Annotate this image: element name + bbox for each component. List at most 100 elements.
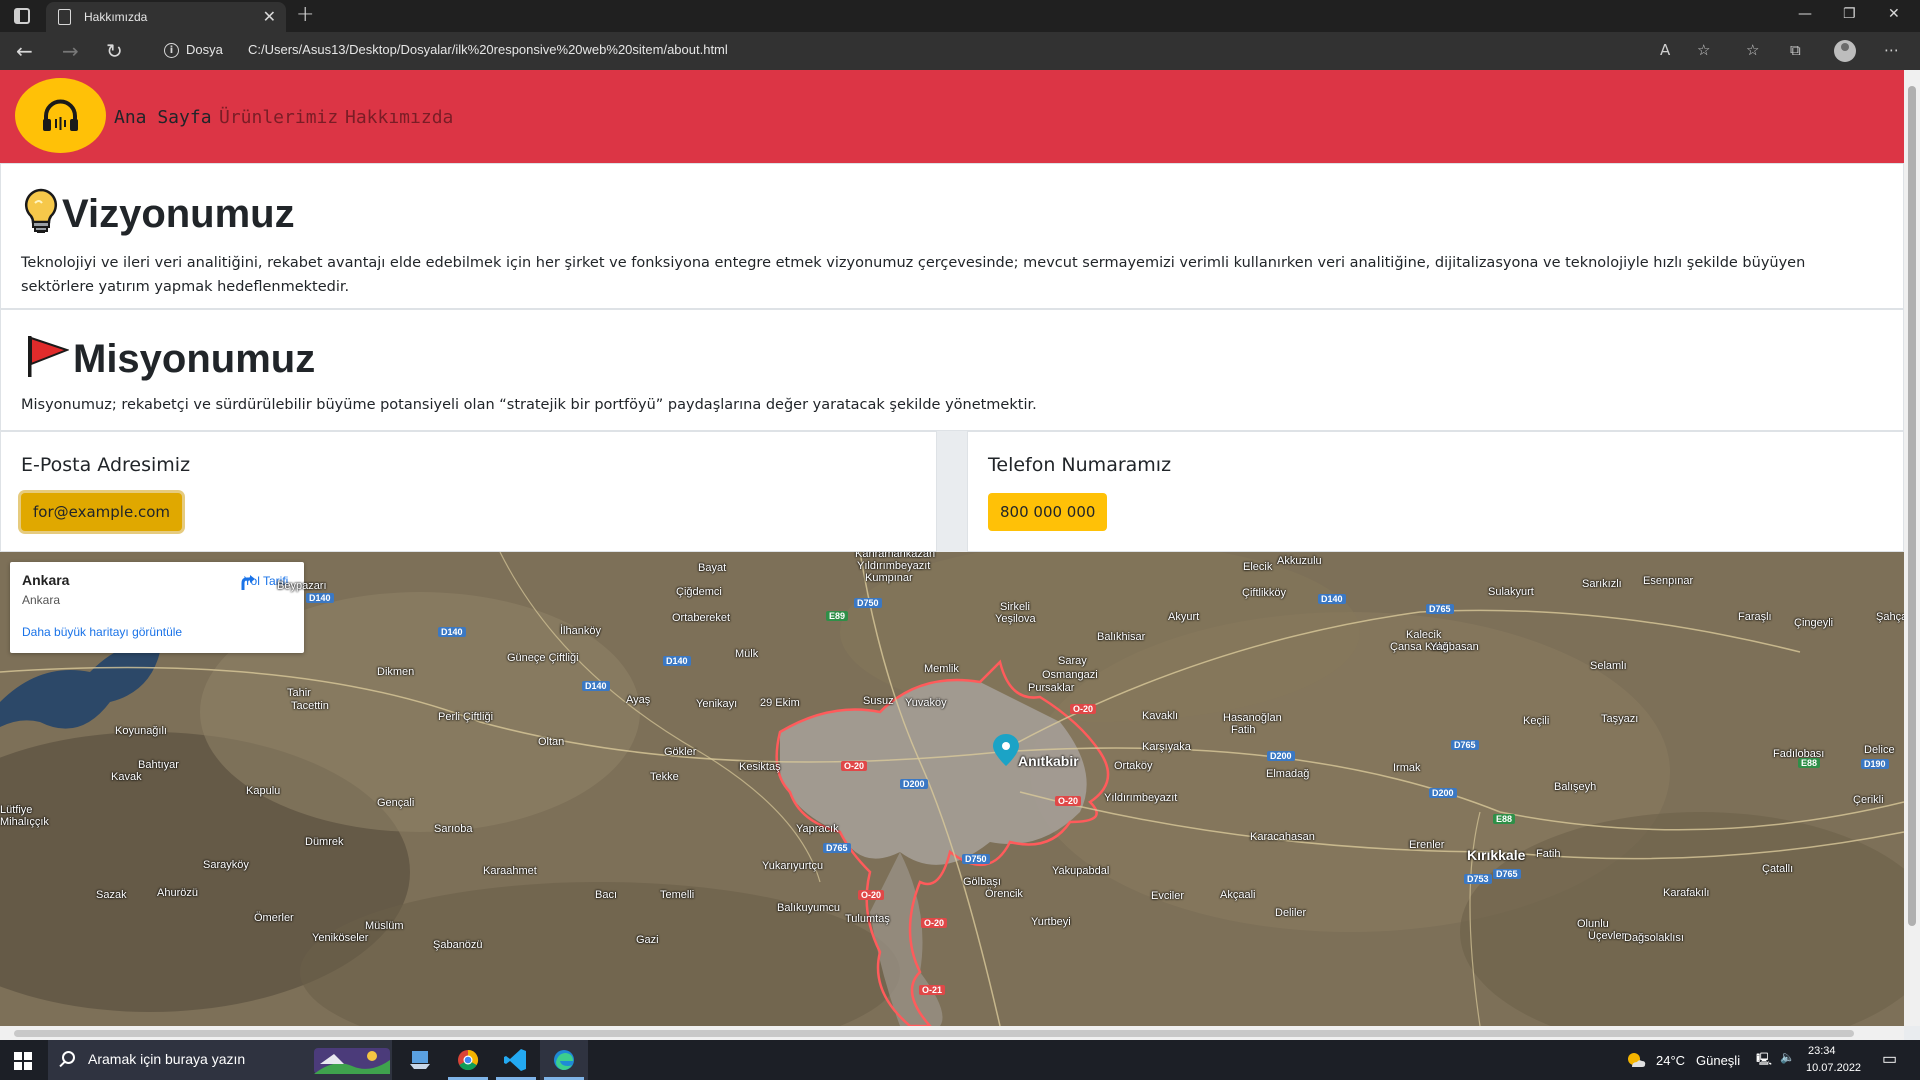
mission-text: Misyonumuz; rekabetçi ve sürdürülebilir … [21,397,1037,413]
map-place-label: Kapulu [246,785,281,797]
read-aloud-icon[interactable]: A [1660,41,1670,59]
map-road-shield: O-20 [921,918,948,928]
map-place-label: Ortaköy [1114,760,1153,772]
network-icon[interactable]: 🖳 [1756,1050,1772,1071]
taskbar-files-app[interactable] [396,1040,444,1080]
map-place-label: Gölbaşı [963,876,1001,888]
nav-link-home[interactable]: Ana Sayfa [114,107,212,128]
map-place-label: Yağbasan [1430,641,1479,653]
windows-start-icon[interactable] [14,1052,32,1070]
map-place-label: Yıldırımbeyazıt [1104,792,1178,804]
horizontal-scroll-thumb[interactable] [14,1030,1854,1037]
phone-button[interactable]: 800 000 000 [988,493,1108,531]
map-place-label: Koyunağılı [115,725,167,737]
taskbar-chrome-icon[interactable] [444,1040,492,1080]
close-tab-icon[interactable]: ✕ [263,7,276,26]
map-place-label: Osmangazi [1042,669,1098,681]
new-tab-icon[interactable]: + [296,2,314,27]
browser-tab[interactable]: Hakkımızda ✕ [46,2,286,32]
map-road-shield: D753 [1464,874,1492,884]
map-place-label: Yıldırımbeyazıt [857,560,931,572]
volume-icon[interactable]: 🔈 [1780,1050,1795,1064]
map-place-label: Çerikli [1853,794,1884,806]
url-text[interactable]: C:/Users/Asus13/Desktop/Dosyalar/ilk%20r… [248,42,728,57]
embedded-map[interactable]: Ankara Ankara Daha büyük haritayı görünt… [0,552,1904,1026]
vision-text: Teknolojiyi ve ileri veri analitiğini, r… [21,255,1806,295]
url-field[interactable]: i Dosya C:/Users/Asus13/Desktop/Dosyalar… [150,36,1730,66]
favorites-icon[interactable]: ☆ [1746,41,1759,59]
map-place-label: Fatih [1536,848,1561,860]
map-place-label: Memlik [924,663,959,675]
horizontal-scrollbar[interactable] [0,1026,1904,1040]
close-window-icon[interactable]: ✕ [1888,6,1900,22]
map-place-label: Ahurözü [157,887,198,899]
navbar: Ana Sayfa Ürünlerimiz Hakkımızda [0,70,1904,163]
notifications-icon[interactable]: ▭ [1882,1049,1897,1069]
map-place-label: Dikmen [377,666,415,678]
map-place-label: Kavaklı [1142,710,1179,722]
map-info-title: Ankara [22,572,70,588]
tab-actions-icon[interactable] [14,8,30,24]
map-place-label: Tekke [650,771,679,783]
larger-map-link[interactable]: Daha büyük haritayı görüntüle [22,625,182,639]
vertical-scrollbar[interactable] [1904,70,1920,1026]
clock-time[interactable]: 23:34 [1808,1045,1836,1057]
clock-date[interactable]: 10.07.2022 [1806,1062,1861,1074]
add-favorite-icon[interactable]: ☆ [1697,41,1710,59]
map-road-shield: D750 [962,854,990,864]
info-icon[interactable]: i [164,43,179,58]
taskbar: Aramak için buraya yazın 24°C Güneşli 🖳 … [0,1040,1920,1080]
taskbar-search[interactable]: Aramak için buraya yazın [48,1040,392,1080]
map-place-label: Elecik [1243,561,1273,573]
collections-icon[interactable]: ⧉ [1790,41,1801,59]
map-place-label: Sarayköy [203,859,249,871]
mission-section: Misyonumuz Misyonumuz; rekabetçi ve sürd… [0,309,1904,431]
map-place-label: Gökler [664,746,697,758]
weather-temp[interactable]: 24°C [1656,1053,1685,1068]
restore-icon[interactable]: ❐ [1843,6,1856,22]
map-place-label: Hasanoğlan [1223,712,1282,724]
weather-text[interactable]: Güneşli [1696,1053,1740,1068]
map-place-label: Çiftlikköy [1242,587,1287,599]
address-bar: ← → ↻ i Dosya C:/Users/Asus13/Desktop/Do… [0,32,1920,70]
taskbar-vscode-icon[interactable] [492,1040,540,1080]
nav-link-about[interactable]: Hakkımızda [345,107,453,128]
map-road-shield: E88 [1493,814,1516,824]
email-button[interactable]: for@example.com [21,493,182,531]
email-title: E-Posta Adresimiz [21,454,191,476]
minimize-icon[interactable]: — [1798,6,1812,22]
map-place-label: Kahramankazan [855,552,936,560]
nav-link-products[interactable]: Ürünlerimiz [219,107,338,128]
map-road-shield: E88 [1798,758,1821,768]
map-place-label: Sazak [96,889,127,901]
phone-title: Telefon Numaramız [988,454,1172,476]
vertical-scroll-thumb[interactable] [1908,86,1916,926]
vision-section: Vizyonumuz Teknolojiyi ve ileri veri ana… [0,163,1904,309]
map-place-label: Saray [1058,655,1087,667]
map-place-label: Tacettin [291,700,329,712]
map-road-shield: D765 [1451,740,1479,750]
map-place-label: Elmadağ [1266,768,1310,780]
map-place-label: Akyurt [1168,611,1200,623]
map-place-label: Tulumtaş [845,913,890,925]
map-place-label: Gençali [377,797,415,809]
map-road-shield: D140 [663,656,691,666]
more-icon[interactable]: ⋯ [1884,41,1899,59]
profile-avatar[interactable] [1834,40,1856,62]
map-place-label: Akkuzulu [1277,555,1322,567]
map-place-label: Dümrek [305,836,344,848]
phone-card: Telefon Numaramız 800 000 000 [967,431,1904,552]
map-road-shield: D200 [900,779,928,789]
map-place-label: Delice [1864,744,1895,756]
map-place-label: Taşyazı [1601,713,1639,725]
headphones-logo[interactable] [15,78,106,153]
map-road-shield: E89 [826,611,849,621]
map-place-label: Karaahmet [483,865,537,877]
lightbulb-icon [22,188,60,238]
map-place-label: Yurtbeyi [1031,916,1071,928]
refresh-icon[interactable]: ↻ [106,39,123,63]
map-place-label: Mihalıççık [0,816,49,828]
forward-icon[interactable]: → [62,39,79,63]
taskbar-edge-icon[interactable] [540,1040,588,1080]
back-icon[interactable]: ← [16,39,33,63]
